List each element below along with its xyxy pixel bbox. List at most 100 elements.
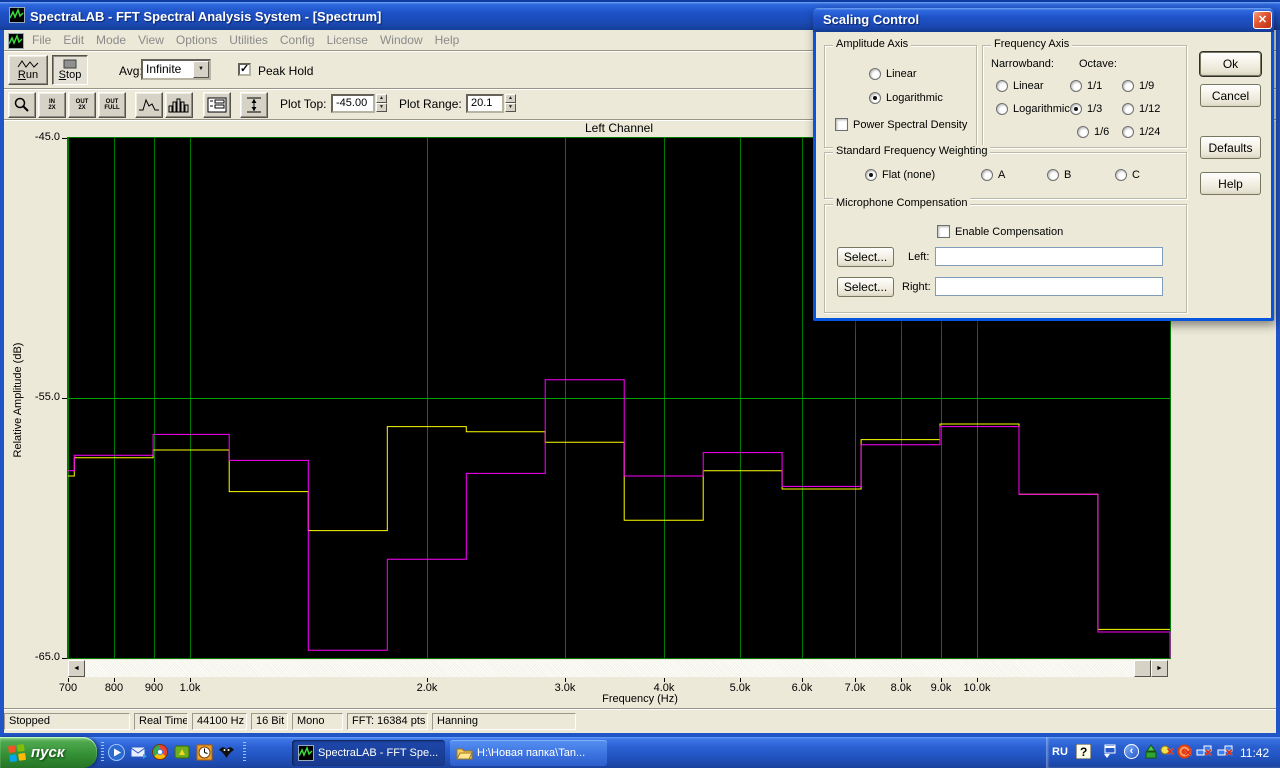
- ok-button[interactable]: Ok: [1200, 52, 1261, 76]
- bat-app-icon[interactable]: [218, 744, 235, 761]
- task-button-spectralab[interactable]: SpectraLAB - FFT Spe...: [292, 740, 445, 766]
- radio-amplitude-linear[interactable]: Linear: [869, 68, 917, 80]
- radio-icon[interactable]: [1115, 169, 1127, 181]
- menu-item-license[interactable]: License: [321, 33, 374, 47]
- line-plot-button[interactable]: [135, 92, 163, 118]
- run-button[interactable]: Run: [8, 55, 48, 85]
- close-icon[interactable]: ✕: [1253, 11, 1272, 29]
- task-button-folder[interactable]: H:\Новая папка\Tan...: [450, 740, 607, 766]
- radio-icon[interactable]: [869, 92, 881, 104]
- peak-hold-checkbox[interactable]: [238, 62, 251, 76]
- select-left-button[interactable]: Select...: [837, 247, 894, 267]
- keyboard-layout-icon[interactable]: ?: [1075, 743, 1092, 760]
- help-button[interactable]: Help: [1200, 172, 1261, 195]
- radio-icon[interactable]: [996, 103, 1008, 115]
- child-window-icon[interactable]: [8, 33, 24, 49]
- left-compensation-input[interactable]: [935, 247, 1163, 266]
- defaults-button[interactable]: Defaults: [1200, 136, 1261, 159]
- green-tray-icon[interactable]: [1144, 744, 1160, 760]
- radio-icon[interactable]: [1047, 169, 1059, 181]
- scrollbar-thumb[interactable]: [1134, 660, 1151, 677]
- language-indicator[interactable]: RU: [1052, 746, 1068, 758]
- zoom-in-2x-button[interactable]: IN 2X: [38, 92, 66, 118]
- avg-combobox[interactable]: Infinite ▼: [141, 59, 211, 80]
- x-tick-label: 8.0k: [890, 682, 912, 694]
- checkbox-icon[interactable]: [937, 225, 950, 238]
- plot-range-spinner[interactable]: ▲ ▼: [505, 94, 516, 112]
- radio-weighting-flat[interactable]: Flat (none): [865, 169, 935, 181]
- red-ball-disabled-icon[interactable]: ✕: [1177, 744, 1193, 760]
- radio-octave-1-3[interactable]: 1/3: [1070, 103, 1102, 115]
- psd-checkbox-row[interactable]: Power Spectral Density: [835, 118, 967, 131]
- zoom-out-2x-button[interactable]: OUT 2X: [68, 92, 96, 118]
- select-right-button[interactable]: Select...: [837, 277, 894, 297]
- options-dialog-button[interactable]: [203, 92, 231, 118]
- radio-narrowband-linear[interactable]: Linear: [996, 80, 1044, 92]
- stop-button[interactable]: Stop: [52, 55, 88, 85]
- radio-narrowband-logarithmic[interactable]: Logarithmic: [996, 103, 1070, 115]
- combo-dropdown-icon[interactable]: ▼: [193, 61, 209, 78]
- x-tick-label: 7.0k: [844, 682, 866, 694]
- bulb-disabled-icon[interactable]: ✕: [1160, 744, 1176, 760]
- menu-item-view[interactable]: View: [132, 33, 170, 47]
- x-axis-title: Frequency (Hz): [602, 693, 678, 705]
- menu-item-window[interactable]: Window: [374, 33, 429, 47]
- clock-app-icon[interactable]: [196, 744, 213, 761]
- start-button[interactable]: пуск: [0, 737, 97, 768]
- radio-amplitude-logarithmic[interactable]: Logarithmic: [869, 92, 943, 104]
- radio-octave-1-9[interactable]: 1/9: [1122, 80, 1154, 92]
- cancel-button[interactable]: Cancel: [1200, 84, 1261, 107]
- menu-item-options[interactable]: Options: [170, 33, 223, 47]
- mail-icon[interactable]: [130, 744, 147, 761]
- clock[interactable]: 11:42: [1240, 746, 1269, 760]
- radio-icon[interactable]: [1070, 80, 1082, 92]
- scroll-left-arrow[interactable]: ◄: [68, 660, 85, 677]
- restore-window-icon[interactable]: [1102, 744, 1118, 760]
- right-compensation-input[interactable]: [935, 277, 1163, 296]
- bar-plot-button[interactable]: [165, 92, 193, 118]
- plot-top-spinner[interactable]: ▲ ▼: [376, 94, 387, 112]
- plot-range-input[interactable]: 20.1: [466, 94, 504, 113]
- horizontal-scrollbar[interactable]: ◄ ►: [68, 660, 1168, 677]
- radio-icon[interactable]: [1122, 126, 1134, 138]
- network-disconnected-icon[interactable]: ✕: [1217, 744, 1233, 760]
- radio-icon[interactable]: [981, 169, 993, 181]
- dialog-title-bar[interactable]: Scaling Control ✕: [813, 8, 1274, 32]
- radio-octave-1-12[interactable]: 1/12: [1122, 103, 1160, 115]
- zoom-out-full-button[interactable]: OUT FULL: [98, 92, 126, 118]
- menu-item-config[interactable]: Config: [274, 33, 321, 47]
- menu-item-edit[interactable]: Edit: [57, 33, 90, 47]
- menu-item-help[interactable]: Help: [429, 33, 466, 47]
- green-app-icon[interactable]: [174, 744, 191, 761]
- radio-icon[interactable]: [1122, 80, 1134, 92]
- media-player-icon[interactable]: [108, 744, 125, 761]
- hide-tray-icons-chevron[interactable]: ‹: [1124, 744, 1140, 760]
- amplitude-range-button[interactable]: [240, 92, 268, 118]
- radio-icon[interactable]: [1070, 103, 1082, 115]
- menu-item-mode[interactable]: Mode: [90, 33, 132, 47]
- browser-ball-icon[interactable]: [152, 744, 169, 761]
- menu-item-file[interactable]: File: [26, 33, 57, 47]
- radio-icon[interactable]: [1077, 126, 1089, 138]
- radio-weighting-b[interactable]: B: [1047, 169, 1071, 181]
- checkbox-icon[interactable]: [835, 118, 848, 131]
- quicklaunch-handle[interactable]: [101, 742, 104, 763]
- radio-octave-1-6[interactable]: 1/6: [1077, 126, 1109, 138]
- network-disconnected-icon[interactable]: ✕: [1196, 744, 1212, 760]
- quicklaunch-handle[interactable]: [243, 742, 246, 763]
- radio-icon[interactable]: [996, 80, 1008, 92]
- scroll-right-arrow[interactable]: ►: [1151, 660, 1168, 677]
- radio-icon[interactable]: [869, 68, 881, 80]
- radio-weighting-a[interactable]: A: [981, 169, 1005, 181]
- enable-compensation-row[interactable]: Enable Compensation: [937, 225, 1063, 238]
- zoom-button[interactable]: [8, 92, 36, 118]
- radio-icon[interactable]: [865, 169, 877, 181]
- radio-icon[interactable]: [1122, 103, 1134, 115]
- menu-item-utilities[interactable]: Utilities: [223, 33, 274, 47]
- plot-top-input[interactable]: -45.00: [331, 94, 375, 113]
- y-tick-mark: [62, 658, 67, 659]
- radio-octave-1-24[interactable]: 1/24: [1122, 126, 1160, 138]
- left-label: Left:: [908, 251, 930, 263]
- radio-octave-1-1[interactable]: 1/1: [1070, 80, 1102, 92]
- radio-weighting-c[interactable]: C: [1115, 169, 1140, 181]
